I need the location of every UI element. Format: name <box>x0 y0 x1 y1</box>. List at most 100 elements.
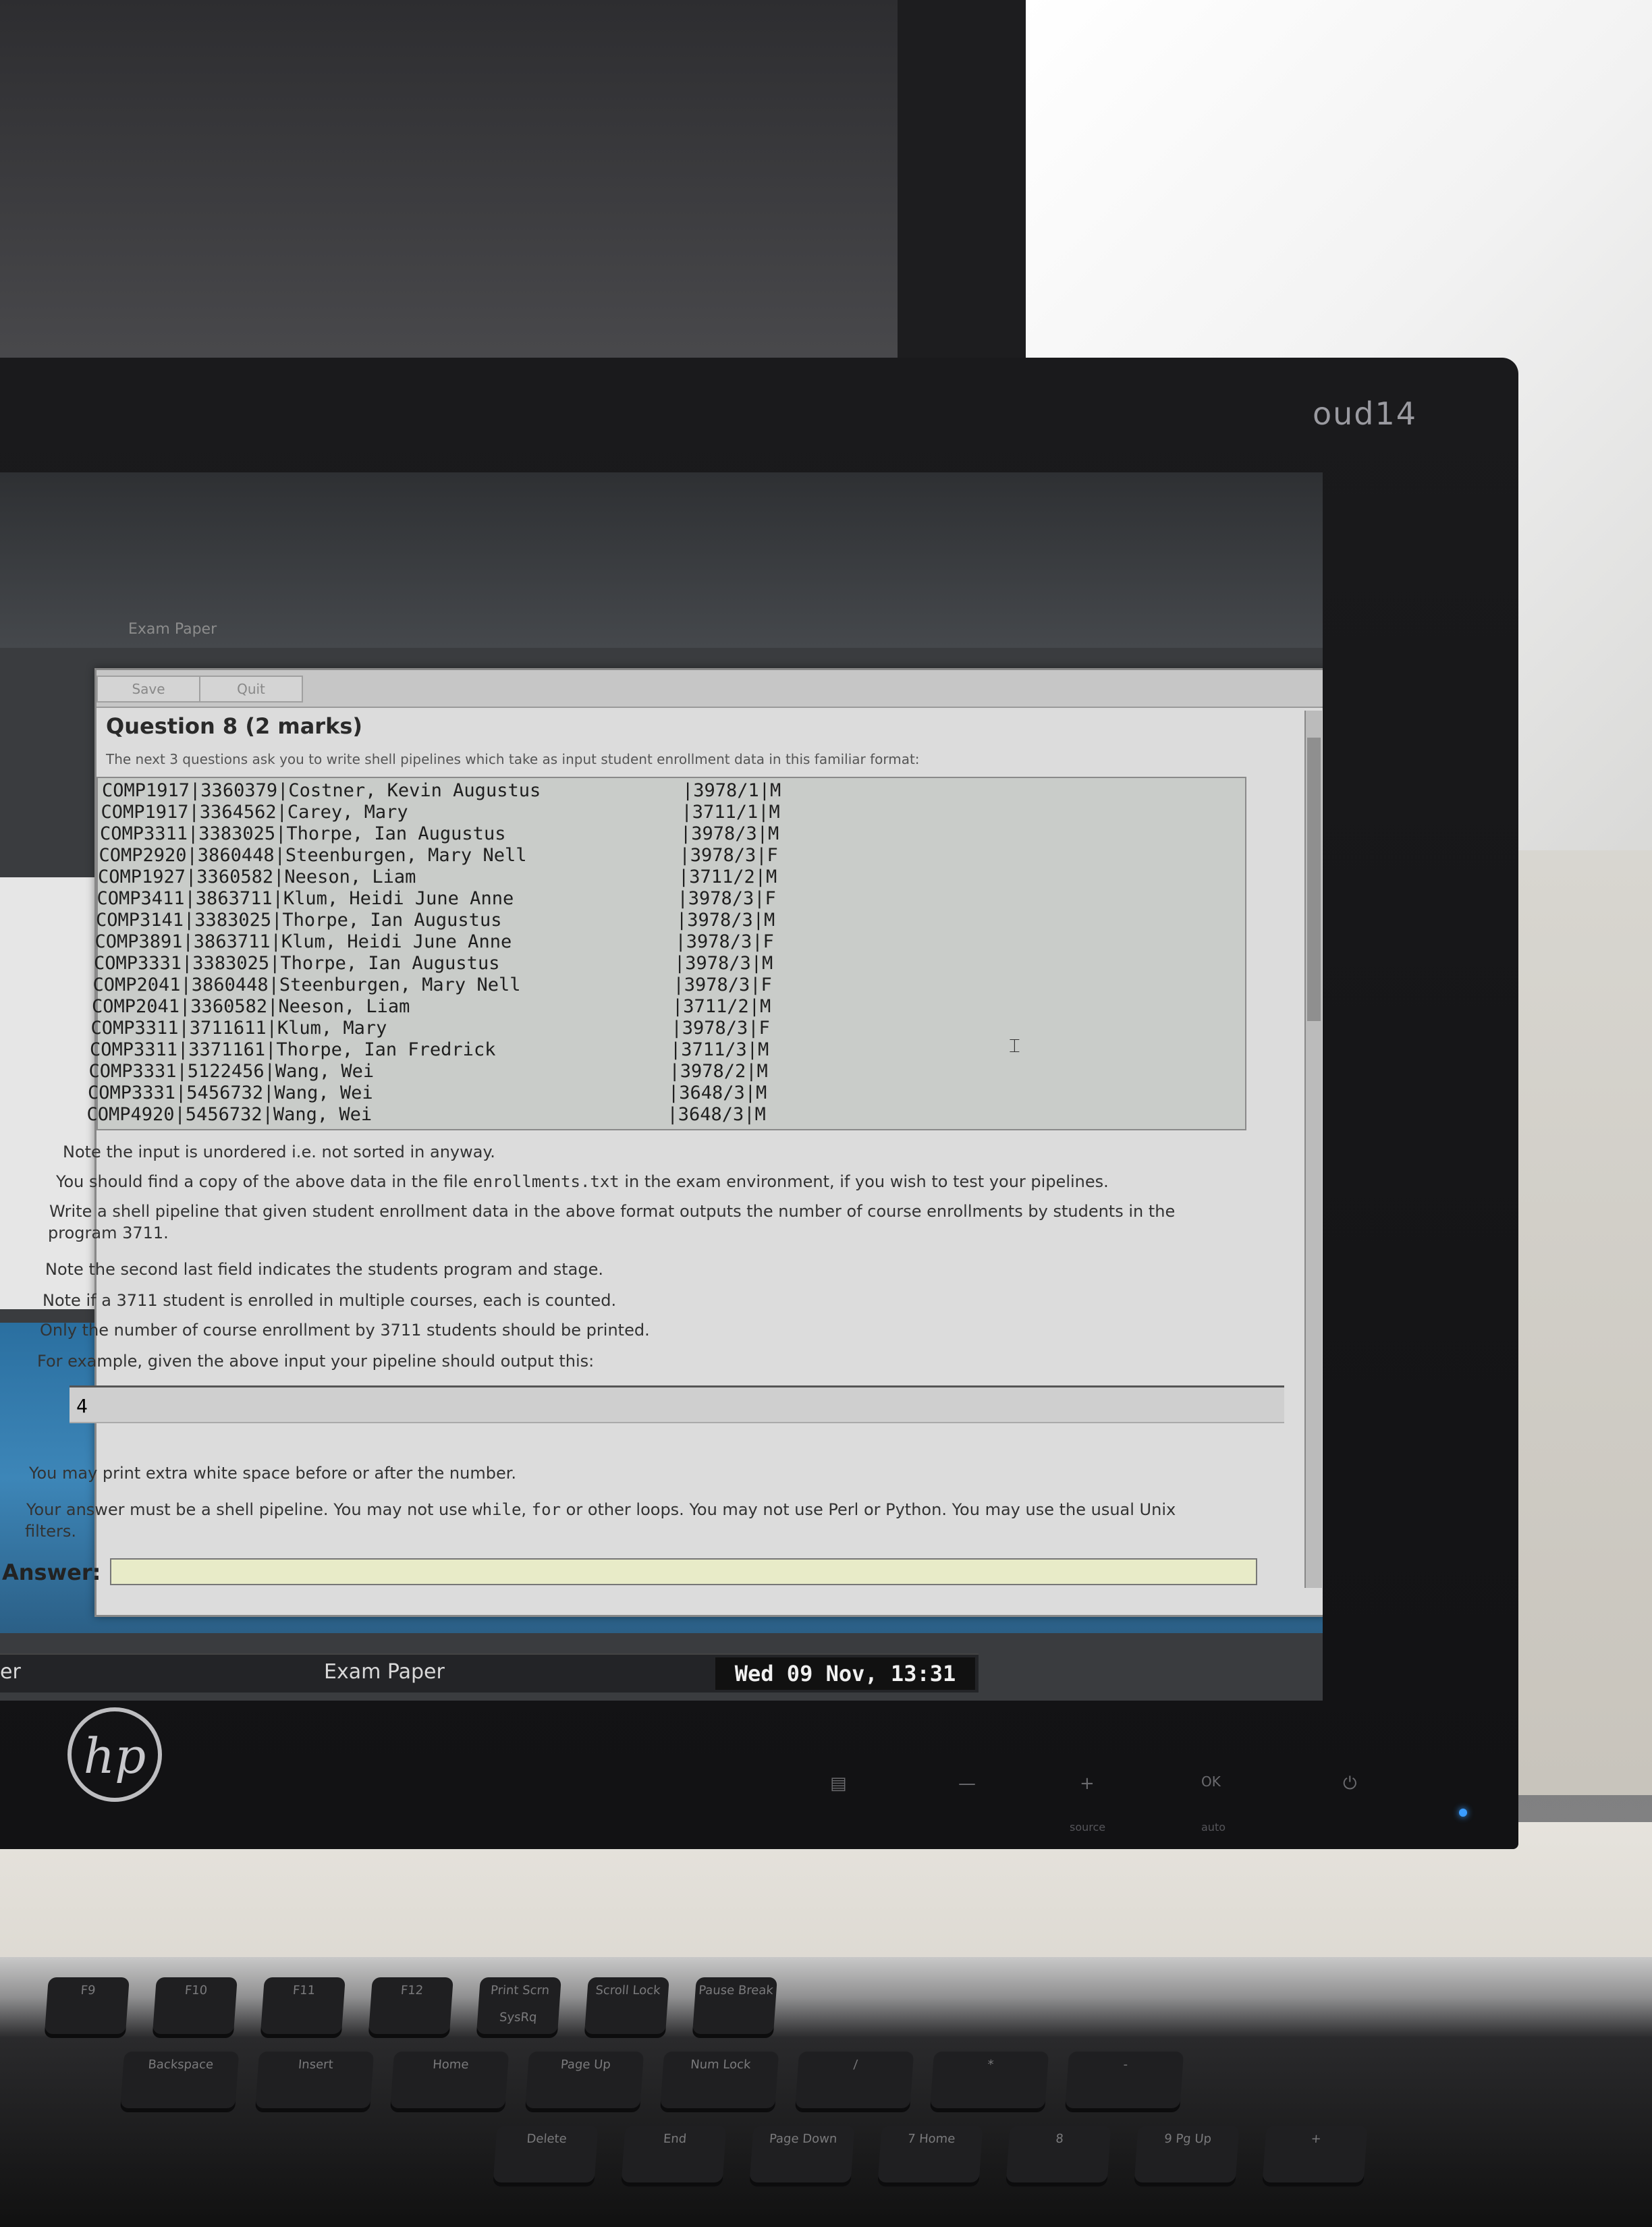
data-row: COMP3411|3863711|Klum, Heidi June Anne |3… <box>97 888 776 909</box>
taskbar-item-previous[interactable]: er <box>0 1660 21 1684</box>
save-button[interactable]: Save <box>97 676 200 703</box>
nav-key[interactable]: Backspace <box>119 2052 240 2112</box>
task-line-2: program 3711. <box>48 1224 169 1242</box>
minus-button[interactable]: — <box>958 1774 976 1794</box>
data-row: COMP3311|3383025|Thorpe, Ian Augustus |39… <box>100 823 779 844</box>
rules-mid2: or other loops. You may not use Perl or … <box>561 1500 1176 1519</box>
data-row-rest: |3860448|Steenburgen, Mary Nell <box>186 845 527 866</box>
data-row-right: |3978/2|M <box>669 1061 768 1082</box>
rules-line-1: Your answer must be a shell pipeline. Yo… <box>26 1500 1176 1519</box>
function-key[interactable]: F12 <box>368 1977 453 2038</box>
task-line-1: Write a shell pipeline that given studen… <box>49 1202 1176 1221</box>
scrollbar-thumb[interactable] <box>1307 738 1321 1021</box>
nav-key[interactable]: Home <box>389 2052 510 2112</box>
data-row-left: COMP3331 <box>88 1082 176 1103</box>
taskbar-item-exam-paper[interactable]: Exam Paper <box>324 1660 445 1684</box>
data-row: COMP2920|3860448|Steenburgen, Mary Nell |… <box>99 845 778 866</box>
enrollment-data-box: COMP1917|3360379|Costner, Kevin Augustus… <box>87 777 1246 1130</box>
numpad-key[interactable]: 7 Home <box>877 2126 983 2187</box>
question-title: Question 8 (2 marks) <box>106 713 363 739</box>
data-row-left: COMP3141 <box>96 910 184 931</box>
function-key[interactable]: F11 <box>260 1977 346 2038</box>
nav-key[interactable]: Num Lock <box>659 2052 779 2112</box>
window-toolbar: Save Quit <box>97 670 1323 708</box>
nav-key[interactable]: * <box>929 2052 1049 2112</box>
data-row-left: COMP3331 <box>94 953 182 974</box>
copy-note-pre: You should find a copy of the above data… <box>56 1172 473 1191</box>
data-row-left: COMP3411 <box>97 888 185 909</box>
function-key[interactable]: F9 <box>44 1977 130 2038</box>
data-row-left: COMP4920 <box>86 1104 175 1125</box>
data-row-rest: |3383025|Thorpe, Ian Augustus <box>184 910 502 931</box>
numpad-key[interactable]: Delete <box>493 2126 599 2187</box>
data-row-rest: |3383025|Thorpe, Ian Augustus <box>188 823 506 844</box>
data-row-rest: |3860448|Steenburgen, Mary Nell <box>180 974 521 995</box>
data-row-left: COMP3311 <box>90 1039 178 1060</box>
data-row-right: |3711/2|M <box>678 867 777 887</box>
monitor-label: oud14 <box>1312 395 1417 432</box>
data-row-rest: |5122456|Wang, Wei <box>176 1061 375 1082</box>
ok-button[interactable]: OK <box>1201 1774 1221 1790</box>
quit-button[interactable]: Quit <box>199 676 303 703</box>
data-row-left: COMP2920 <box>99 845 187 866</box>
data-row-rest: |3383025|Thorpe, Ian Augustus <box>182 953 500 974</box>
example-intro: For example, given the above input your … <box>37 1352 595 1371</box>
plus-button[interactable]: + <box>1080 1774 1095 1794</box>
scrollbar[interactable] <box>1304 711 1322 1588</box>
data-row-left: COMP1917 <box>102 780 190 801</box>
data-row-left: COMP1917 <box>101 802 189 823</box>
data-row: COMP3331|3383025|Thorpe, Ian Augustus |39… <box>94 953 773 974</box>
input-icon[interactable]: ▤ <box>830 1774 847 1794</box>
data-row-left: COMP3311 <box>90 1018 179 1039</box>
data-row: COMP4920|5456732|Wang, Wei |3648/3|M <box>86 1104 766 1125</box>
data-row-right: |3978/3|M <box>674 953 773 974</box>
data-row: COMP2041|3360582|Neeson, Liam |3711/2|M <box>92 996 771 1017</box>
power-led <box>1459 1809 1467 1817</box>
data-row-right: |3978/3|F <box>679 845 778 866</box>
data-row-rest: |5456732|Wang, Wei <box>174 1104 373 1125</box>
note-field: Note the second last field indicates the… <box>45 1260 604 1279</box>
numpad-key[interactable]: 8 <box>1006 2126 1111 2187</box>
data-row-right: |3978/3|F <box>675 931 774 952</box>
power-icon[interactable]: ⏻ <box>1343 1774 1357 1794</box>
data-row-rest: |5456732|Wang, Wei <box>175 1082 373 1103</box>
copy-note-post: in the exam environment, if you wish to … <box>619 1172 1109 1191</box>
nav-key[interactable]: / <box>794 2052 914 2112</box>
auto-label: auto <box>1201 1821 1226 1834</box>
taskbar-clock: Wed 09 Nov, 13:31 <box>715 1657 975 1690</box>
monitor: oud14 Exam Paper Save Quit Question 8 (2… <box>0 358 1518 1849</box>
data-row-rest: |3360379|Costner, Kevin Augustus <box>190 780 541 801</box>
nav-key[interactable]: Page Up <box>524 2052 644 2112</box>
note-unordered: Note the input is unordered i.e. not sor… <box>63 1143 495 1161</box>
rules-line-2: filters. <box>25 1522 76 1541</box>
answer-input[interactable] <box>110 1558 1257 1585</box>
nav-key[interactable]: Insert <box>254 2052 375 2112</box>
numpad-key[interactable]: Page Down <box>749 2126 855 2187</box>
data-row-right: |3711/3|M <box>670 1039 769 1060</box>
data-row-rest: |3863711|Klum, Heidi June Anne <box>184 888 514 909</box>
function-key[interactable]: F10 <box>152 1977 238 2038</box>
data-row-left: COMP2041 <box>92 996 180 1017</box>
function-key[interactable]: Print Scrn SysRq <box>476 1977 561 2038</box>
data-row: COMP3311|3711611|Klum, Mary |3978/3|F <box>90 1018 770 1039</box>
nav-key[interactable]: - <box>1064 2052 1184 2112</box>
copy-note-filename: enrollments.txt <box>473 1172 620 1191</box>
data-row: COMP1917|3364562|Carey, Mary |3711/1|M <box>101 802 780 823</box>
numpad-key[interactable]: End <box>621 2126 727 2187</box>
note-multiple: Note if a 3711 student is enrolled in mu… <box>43 1291 617 1310</box>
data-row-right: |3978/3|M <box>680 823 779 844</box>
rules-pre: Your answer must be a shell pipeline. Yo… <box>26 1500 473 1519</box>
function-key[interactable]: Pause Break <box>692 1977 777 2038</box>
numpad-key[interactable]: + <box>1262 2126 1368 2187</box>
data-row: COMP3311|3371161|Thorpe, Ian Fredrick |37… <box>90 1039 769 1060</box>
screen: Exam Paper Save Quit Question 8 (2 marks… <box>0 472 1323 1701</box>
function-key[interactable]: Scroll Lock <box>584 1977 669 2038</box>
data-row: COMP3141|3383025|Thorpe, Ian Augustus |39… <box>96 910 775 931</box>
rules-mid1: , <box>521 1500 532 1519</box>
example-output-box: 4 <box>70 1385 1284 1423</box>
data-row: COMP3331|5122456|Wang, Wei |3978/2|M <box>89 1061 768 1082</box>
data-row: COMP1917|3360379|Costner, Kevin Augustus… <box>102 780 781 801</box>
numpad-key[interactable]: 9 Pg Up <box>1134 2126 1240 2187</box>
data-row-rest: |3711611|Klum, Mary <box>178 1018 387 1039</box>
data-row: COMP3331|5456732|Wang, Wei |3648/3|M <box>88 1082 767 1103</box>
